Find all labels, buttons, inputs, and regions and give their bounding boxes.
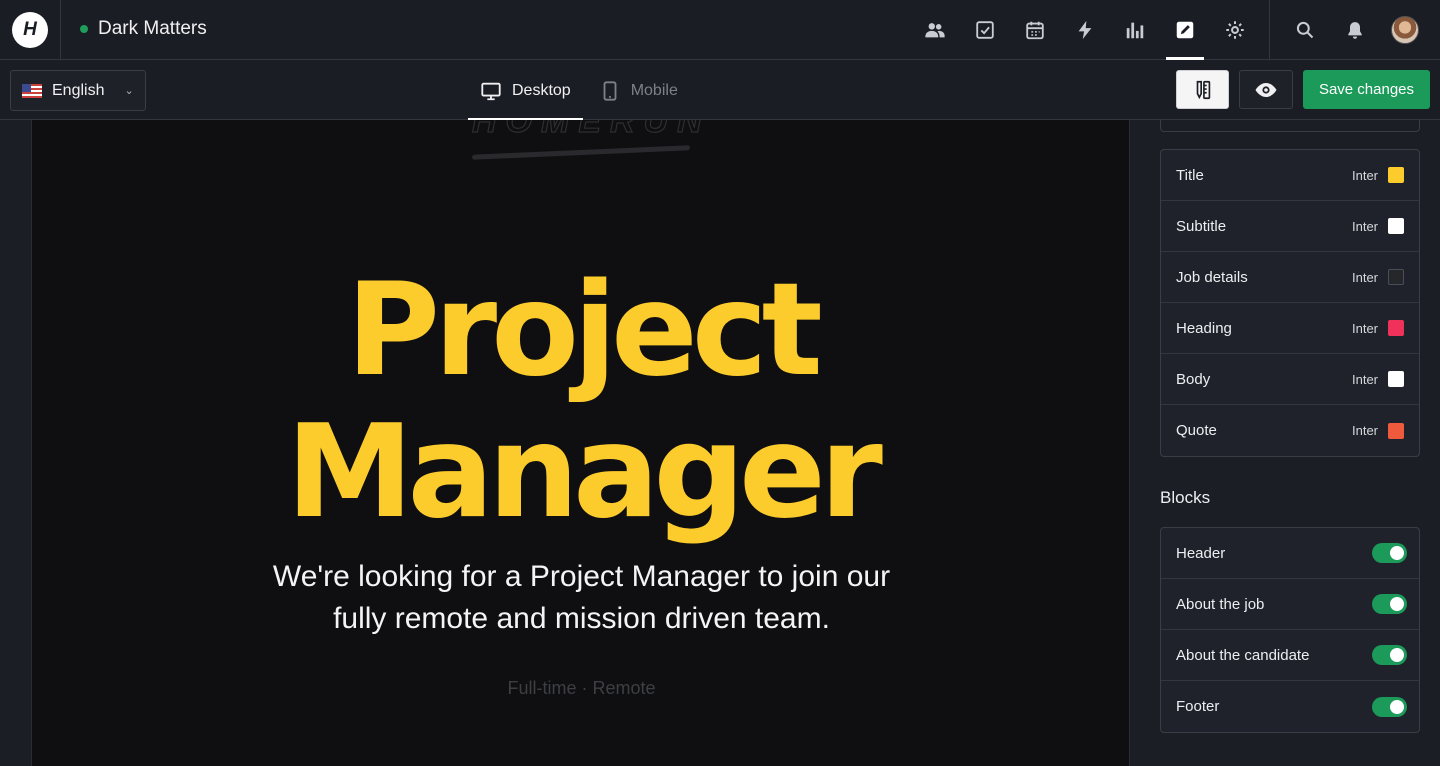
- blocks-list: Header About the job About the candidate…: [1160, 527, 1420, 733]
- tab-label: Mobile: [630, 81, 678, 99]
- brand-logo-text: HOMERUN: [471, 120, 711, 141]
- preview-area: HOMERUN Project Manager We're looking fo…: [0, 120, 1140, 766]
- company-switcher[interactable]: Dark Matters: [80, 18, 207, 40]
- status-dot: [80, 25, 88, 33]
- lightning-icon[interactable]: [1060, 0, 1110, 60]
- typography-label: Job details: [1176, 268, 1248, 286]
- brand-underline: [471, 145, 691, 160]
- block-toggle[interactable]: [1372, 543, 1407, 563]
- block-row-footer: Footer: [1161, 681, 1419, 732]
- block-toggle[interactable]: [1372, 645, 1407, 665]
- divider: [1269, 0, 1270, 60]
- typography-row-heading[interactable]: Heading Inter: [1161, 303, 1419, 354]
- tab-mobile[interactable]: Mobile: [583, 61, 690, 120]
- typography-label: Subtitle: [1176, 217, 1227, 235]
- typography-label: Quote: [1176, 422, 1217, 439]
- typography-row-quote[interactable]: Quote Inter: [1161, 405, 1419, 456]
- block-toggle[interactable]: [1372, 594, 1407, 614]
- block-label: About the candidate: [1176, 646, 1310, 664]
- homerun-logo[interactable]: H: [12, 12, 48, 48]
- layout-tools-button[interactable]: [1176, 70, 1229, 109]
- block-row-about-the-candidate: About the candidate: [1161, 630, 1419, 681]
- previous-card: [1160, 120, 1420, 132]
- tab-desktop[interactable]: Desktop: [468, 61, 583, 121]
- desktop-icon: [481, 82, 501, 100]
- utility-nav: [1280, 0, 1380, 60]
- color-swatch[interactable]: [1388, 371, 1404, 387]
- font-name: Inter: [1351, 371, 1378, 387]
- ruler-pencil-icon: [1196, 80, 1210, 99]
- eye-icon: [1255, 82, 1277, 97]
- font-name: Inter: [1351, 320, 1378, 336]
- job-title-line-2: Manager: [286, 398, 883, 547]
- language-label: English: [52, 81, 105, 99]
- job-page-preview: HOMERUN Project Manager We're looking fo…: [31, 120, 1130, 766]
- block-row-about-the-job: About the job: [1161, 579, 1419, 630]
- font-name: Inter: [1351, 218, 1378, 234]
- block-toggle[interactable]: [1372, 696, 1407, 717]
- save-changes-button[interactable]: Save changes: [1303, 70, 1430, 109]
- company-name: Dark Matters: [98, 18, 207, 39]
- tab-label: Desktop: [512, 81, 571, 99]
- typography-row-title[interactable]: Title Inter: [1161, 150, 1419, 201]
- bar-chart-icon[interactable]: [1110, 0, 1160, 60]
- typography-label: Body: [1176, 370, 1211, 388]
- job-title-line-1: Project: [346, 256, 823, 405]
- job-title[interactable]: Project Manager: [32, 256, 1129, 547]
- device-tabs: Desktop Mobile: [468, 61, 690, 121]
- color-swatch[interactable]: [1388, 422, 1404, 439]
- font-name: Inter: [1351, 167, 1378, 183]
- checkbox-icon[interactable]: [960, 0, 1010, 60]
- bell-icon[interactable]: [1330, 0, 1380, 60]
- main-nav: [910, 0, 1260, 60]
- avatar[interactable]: [1391, 16, 1419, 44]
- typography-row-job-details[interactable]: Job details Inter: [1161, 252, 1419, 303]
- font-name: Inter: [1351, 269, 1378, 285]
- block-label: About the job: [1176, 595, 1265, 613]
- mobile-icon: [603, 80, 617, 101]
- block-label: Footer: [1176, 698, 1220, 715]
- blocks-heading: Blocks: [1160, 488, 1211, 507]
- pencil-icon[interactable]: [1160, 0, 1210, 60]
- settings-panel: Title Inter Subtitle Inter Job details I…: [1140, 120, 1440, 766]
- color-swatch[interactable]: [1388, 167, 1404, 183]
- job-intro[interactable]: We're looking for a Project Manager to j…: [32, 556, 1129, 640]
- typography-list: Title Inter Subtitle Inter Job details I…: [1160, 149, 1420, 457]
- typography-row-subtitle[interactable]: Subtitle Inter: [1161, 201, 1419, 252]
- preview-button[interactable]: [1239, 70, 1293, 109]
- font-name: Inter: [1351, 423, 1378, 438]
- block-label: Header: [1176, 544, 1226, 562]
- people-icon[interactable]: [910, 0, 960, 60]
- color-swatch[interactable]: [1388, 269, 1404, 285]
- top-navigation-bar: H Dark Matters: [0, 0, 1440, 60]
- color-swatch[interactable]: [1388, 320, 1404, 336]
- language-select[interactable]: English ⌄: [10, 70, 146, 111]
- editor-toolbar: English ⌄ Desktop Mobile Save changes: [0, 61, 1440, 121]
- calendar-icon[interactable]: [1010, 0, 1060, 60]
- search-icon[interactable]: [1280, 0, 1330, 60]
- typography-label: Title: [1176, 166, 1204, 184]
- chevron-down-icon: ⌄: [124, 85, 134, 97]
- us-flag-icon: [22, 83, 42, 98]
- typography-label: Heading: [1176, 319, 1232, 337]
- color-swatch[interactable]: [1388, 218, 1404, 234]
- job-intro-line-2: fully remote and mission driven team.: [333, 602, 830, 635]
- typography-row-body[interactable]: Body Inter: [1161, 354, 1419, 405]
- gear-icon[interactable]: [1210, 0, 1260, 60]
- job-intro-line-1: We're looking for a Project Manager to j…: [272, 560, 891, 593]
- divider: [60, 0, 61, 60]
- block-row-header: Header: [1161, 528, 1419, 579]
- job-meta: Full-time · Remote: [507, 678, 656, 698]
